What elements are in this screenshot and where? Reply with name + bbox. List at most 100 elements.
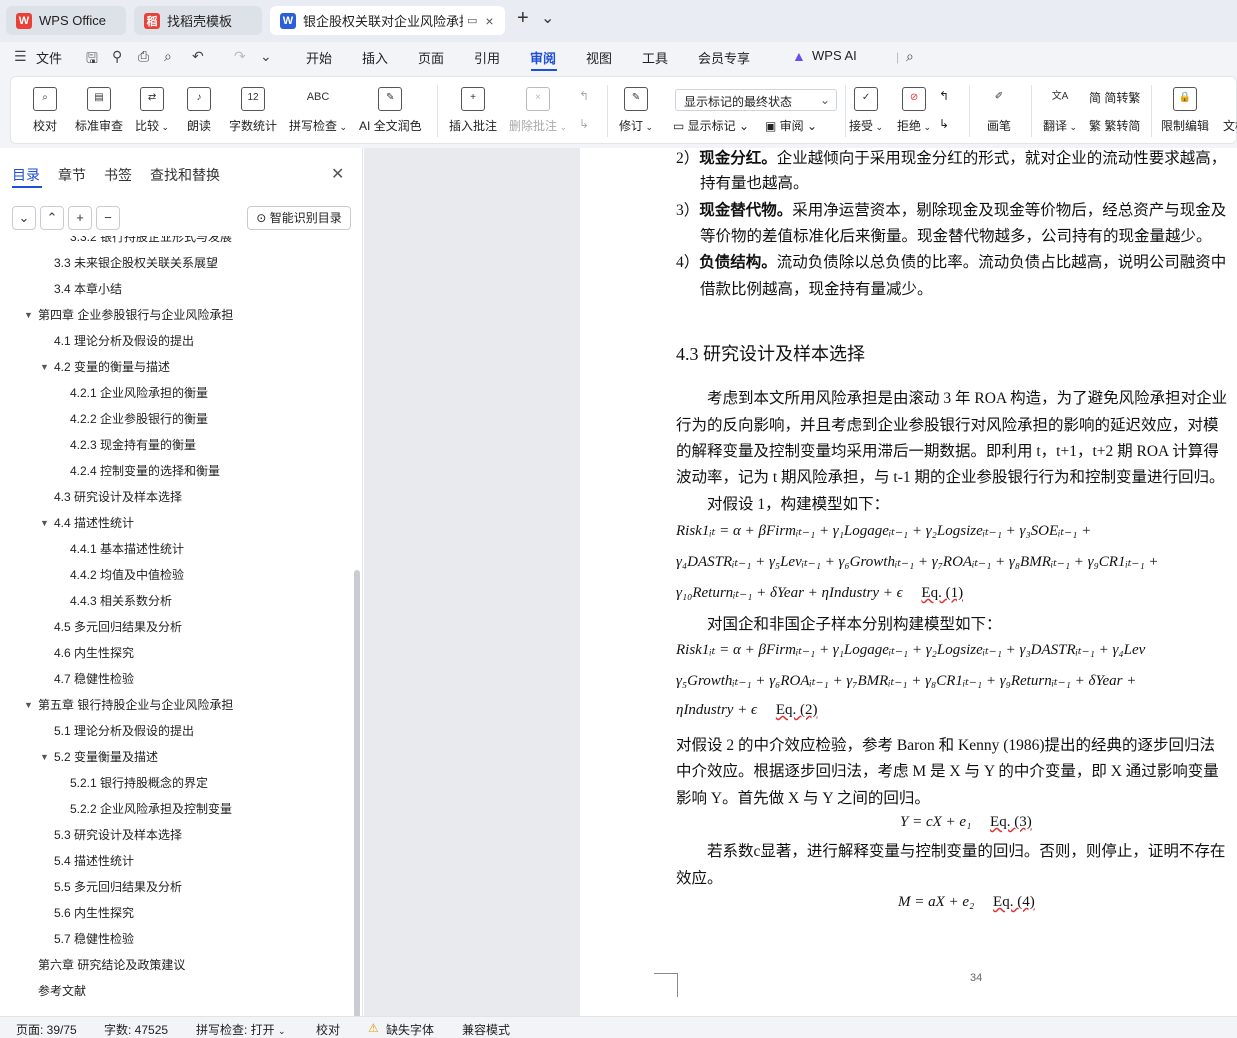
new-tab-icon[interactable]: + (517, 7, 529, 30)
menu-view[interactable]: 视图 (586, 48, 612, 67)
remove-heading-icon[interactable]: − (96, 206, 120, 230)
monitor-icon[interactable]: ▭ (467, 14, 477, 27)
tab-document[interactable]: W 银企股权关联对企业风险承担 ▭ × (270, 6, 505, 35)
toc-item[interactable]: 参考文献 (0, 980, 352, 1002)
toc-item[interactable]: 第六章 研究结论及政策建议 (0, 954, 352, 976)
tab-list-chevron-icon[interactable]: ⌄ (541, 8, 554, 28)
tab-find-replace[interactable]: 查找和替换 (150, 165, 220, 185)
menu-page[interactable]: 页面 (418, 48, 444, 67)
toc-item[interactable]: 4.5 多元回归结果及分析 (0, 616, 352, 638)
prev-change-icon[interactable]: ↰ (939, 89, 949, 103)
collapse-all-icon[interactable]: ⌄ (12, 206, 36, 230)
print-icon[interactable]: ⎙ (138, 48, 149, 65)
delete-comment-button[interactable]: × 删除批注 ⌄ (509, 87, 567, 134)
translate-button[interactable]: 文A 翻译 ⌄ (1043, 87, 1077, 134)
toc-item[interactable]: ▼ 第四章 企业参股银行与企业风险承担 (0, 304, 352, 326)
add-heading-icon[interactable]: + (68, 206, 92, 230)
review-pane-button[interactable]: ▣ 审阅 ⌄ (765, 117, 817, 134)
tab-chapters[interactable]: 章节 (58, 165, 86, 185)
compare-button[interactable]: ⇄ 比较 ⌄ (135, 87, 169, 134)
toc-item[interactable]: 5.2.2 企业风险承担及控制变量 (0, 798, 352, 820)
ai-polish-button[interactable]: ✎ AI 全文润色 (359, 87, 422, 134)
read-aloud-button[interactable]: ♪ 朗读 (187, 87, 211, 134)
to-traditional-button[interactable]: 简 简转繁 (1089, 89, 1140, 106)
caret-down-icon[interactable]: ▼ (24, 694, 33, 716)
hamburger-icon[interactable]: ☰ (14, 48, 27, 65)
toc-item[interactable]: 5.2.1 银行持股概念的界定 (0, 772, 352, 794)
document-page[interactable]: 2）现金分红。企业越倾向于采用现金分红的形式，就对企业的流动性要求越高， 持有量… (580, 148, 1237, 1016)
toc-item[interactable]: 3.3 未来银企股权关联关系展望 (0, 252, 352, 274)
spell-check-status[interactable]: 拼写检查: 打开 ⌄ (196, 1021, 286, 1038)
word-count-button[interactable]: 12 字数统计 (229, 87, 277, 134)
menu-wps-ai[interactable]: WPS AI (812, 48, 857, 63)
toc-item[interactable]: 5.7 稳健性检验 (0, 928, 352, 950)
menu-home[interactable]: 开始 (306, 48, 332, 67)
menu-review[interactable]: 审阅 (530, 48, 556, 67)
menu-member[interactable]: 会员专享 (698, 48, 750, 67)
menu-tools[interactable]: 工具 (642, 48, 668, 67)
word-count-indicator[interactable]: 字数: 47525 (104, 1021, 168, 1038)
toc-item[interactable]: ▼ 第五章 银行持股企业与企业风险承担 (0, 694, 352, 716)
standard-review-button[interactable]: ▤ 标准审查 (75, 87, 123, 134)
toc-item[interactable]: 4.2.1 企业风险承担的衡量 (0, 382, 352, 404)
toc-item[interactable]: 5.6 内生性探究 (0, 902, 352, 924)
toc-item[interactable]: 4.6 内生性探究 (0, 642, 352, 664)
toc-item[interactable]: 4.3 研究设计及样本选择 (0, 486, 352, 508)
toc-item[interactable]: 4.2.2 企业参股银行的衡量 (0, 408, 352, 430)
display-mode-select[interactable]: 显示标记的最终状态 ⌄ (675, 89, 837, 111)
toc-item[interactable]: ▼ 4.2 变量的衡量与描述 (0, 356, 352, 378)
next-comment-icon[interactable]: ↳ (579, 117, 589, 131)
save-icon[interactable]: 🖫 (86, 48, 98, 72)
toc-item[interactable]: 5.5 多元回归结果及分析 (0, 876, 352, 898)
search-icon[interactable]: ⌕ (906, 48, 914, 65)
proof-status[interactable]: 校对 (316, 1021, 340, 1038)
spell-check-button[interactable]: ABC 拼写检查 ⌄ (289, 87, 347, 134)
toc-item[interactable]: 4.4.1 基本描述性统计 (0, 538, 352, 560)
toc-item[interactable]: ▼ 4.4 描述性统计 (0, 512, 352, 534)
scrollbar[interactable] (354, 570, 360, 1018)
caret-down-icon[interactable]: ▼ (24, 304, 33, 326)
print-preview-icon[interactable]: ⌕ (164, 48, 172, 65)
insert-comment-button[interactable]: + 插入批注 (449, 87, 497, 134)
tab-wps-office[interactable]: W WPS Office (6, 6, 126, 35)
expand-up-icon[interactable]: ⌃ (40, 206, 64, 230)
tab-template[interactable]: 稻 找稻壳模板 (134, 6, 262, 35)
menu-file[interactable]: 文件 (36, 48, 62, 67)
redo-icon[interactable]: ↷ (234, 48, 246, 65)
page-indicator[interactable]: 页面: 39/75 (16, 1021, 77, 1038)
toc-item[interactable]: 4.4.3 相关系数分析 (0, 590, 352, 612)
restrict-edit-button[interactable]: 🔒 限制编辑 (1161, 87, 1209, 134)
accept-button[interactable]: ✓ 接受 ⌄ (849, 87, 883, 134)
proofread-button[interactable]: ⌕ 校对 (33, 87, 57, 134)
menu-reference[interactable]: 引用 (474, 48, 500, 67)
caret-down-icon[interactable]: ▼ (40, 746, 49, 768)
toc-item[interactable]: 5.4 描述性统计 (0, 850, 352, 872)
tab-bookmarks[interactable]: 书签 (104, 165, 132, 185)
revise-button[interactable]: ✎ 修订 ⌄ (619, 87, 653, 134)
show-markup-button[interactable]: ▭ 显示标记 ⌄ (673, 117, 749, 134)
smart-recognize-toc-button[interactable]: ⊙ 智能识别目录 (247, 206, 351, 230)
tab-toc[interactable]: 目录 (12, 165, 40, 185)
toc-item[interactable]: 4.7 稳健性检验 (0, 668, 352, 690)
close-tab-icon[interactable]: × (485, 13, 493, 29)
document-button[interactable]: 文档 (1223, 87, 1237, 134)
toc-item[interactable]: 4.4.2 均值及中值检验 (0, 564, 352, 586)
toc-item[interactable]: 3.4 本章小结 (0, 278, 352, 300)
toc-item[interactable]: 4.1 理论分析及假设的提出 (0, 330, 352, 352)
close-icon[interactable]: ✕ (331, 164, 344, 184)
share-icon[interactable]: ⚲ (112, 48, 122, 65)
undo-icon[interactable]: ↶ (192, 48, 204, 65)
toc-item[interactable]: 4.2.3 现金持有量的衡量 (0, 434, 352, 456)
caret-down-icon[interactable]: ▼ (40, 356, 49, 378)
prev-comment-icon[interactable]: ↰ (579, 89, 589, 103)
reject-button[interactable]: ⊘ 拒绝 ⌄ (897, 87, 931, 134)
pen-button[interactable]: ✐ 画笔 (987, 87, 1011, 134)
caret-down-icon[interactable]: ▼ (40, 512, 49, 534)
next-change-icon[interactable]: ↳ (939, 117, 949, 131)
toc-item[interactable]: 5.3 研究设计及样本选择 (0, 824, 352, 846)
missing-font-status[interactable]: 缺失字体 (386, 1021, 434, 1038)
to-simplified-button[interactable]: 繁 繁转简 (1089, 117, 1140, 134)
toc-item[interactable]: 5.1 理论分析及假设的提出 (0, 720, 352, 742)
toc-item[interactable]: 4.2.4 控制变量的选择和衡量 (0, 460, 352, 482)
menu-insert[interactable]: 插入 (362, 48, 388, 67)
